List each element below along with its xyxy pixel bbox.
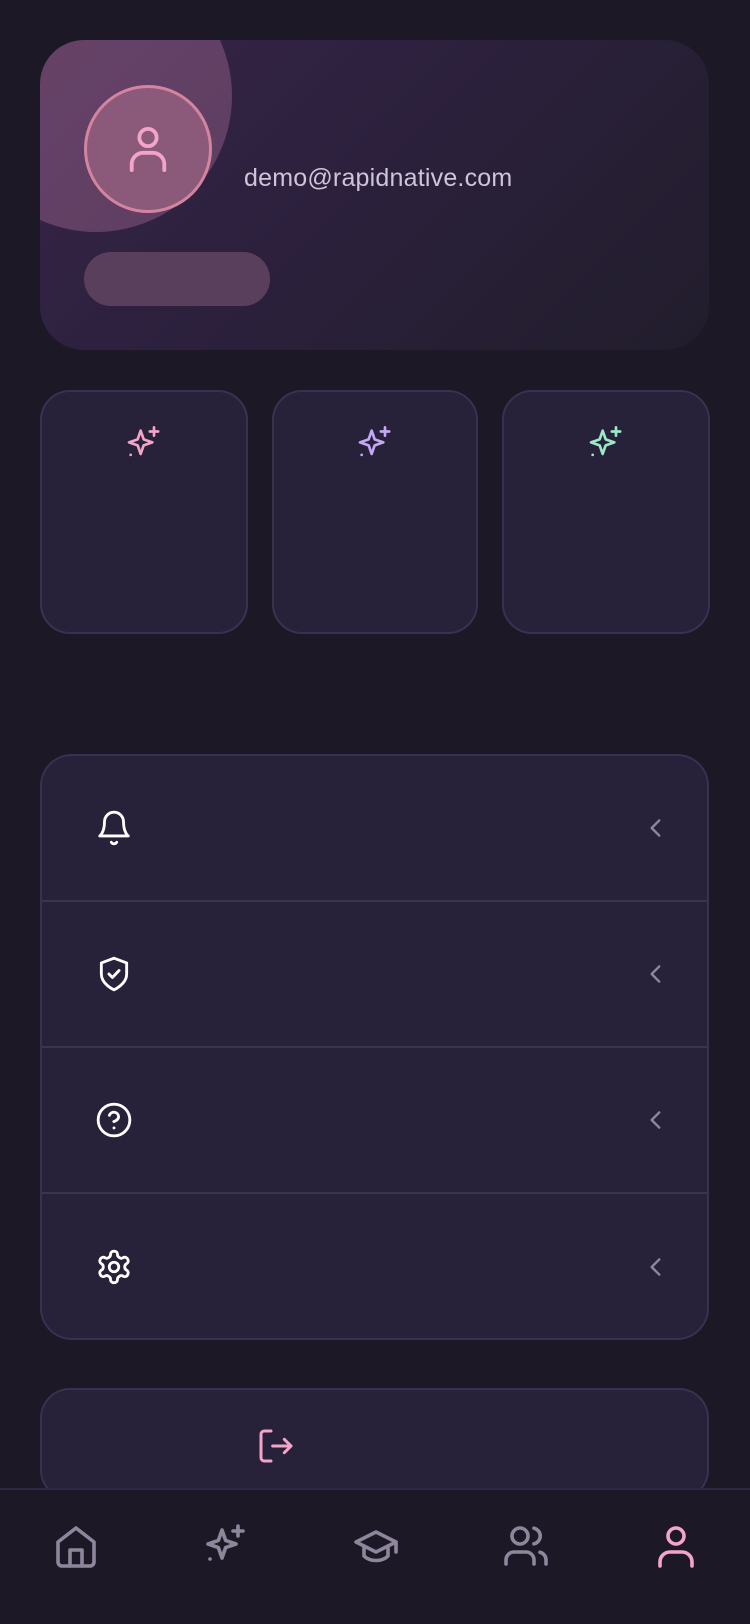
logout-button[interactable]	[40, 1388, 709, 1500]
profile-screen: demo@rapidnative.com	[0, 0, 750, 1624]
sparkles-icon	[124, 424, 164, 632]
user-icon	[652, 1522, 700, 1570]
settings-menu	[40, 754, 709, 1340]
stat-card-2[interactable]	[272, 390, 478, 634]
sparkles-icon	[355, 424, 395, 632]
sparkles-icon	[202, 1522, 250, 1570]
menu-item-privacy[interactable]	[42, 902, 707, 1048]
shield-check-icon	[95, 955, 133, 993]
profile-card: demo@rapidnative.com	[40, 40, 709, 350]
menu-item-help[interactable]	[42, 1048, 707, 1194]
menu-item-notifications[interactable]	[42, 756, 707, 902]
users-icon	[502, 1522, 550, 1570]
profile-email: demo@rapidnative.com	[244, 164, 513, 192]
help-circle-icon	[95, 1101, 133, 1139]
tab-community[interactable]	[502, 1522, 550, 1570]
log-out-icon	[256, 1426, 296, 1466]
avatar[interactable]	[84, 85, 212, 213]
graduation-cap-icon	[352, 1522, 400, 1570]
tab-home[interactable]	[52, 1522, 100, 1570]
sparkles-icon	[586, 424, 626, 632]
tab-bar	[0, 1488, 750, 1624]
bell-icon	[95, 809, 133, 847]
stat-card-3[interactable]	[502, 390, 710, 634]
user-icon	[125, 123, 171, 175]
chevron-left-icon	[643, 1254, 669, 1280]
menu-item-settings[interactable]	[42, 1194, 707, 1338]
settings-icon	[95, 1248, 133, 1286]
chevron-left-icon	[643, 815, 669, 841]
chevron-left-icon	[643, 961, 669, 987]
tab-ai[interactable]	[202, 1522, 250, 1570]
home-icon	[52, 1522, 100, 1570]
edit-profile-button[interactable]	[84, 252, 270, 306]
tab-profile[interactable]	[652, 1522, 700, 1570]
tab-learn[interactable]	[352, 1522, 400, 1570]
chevron-left-icon	[643, 1107, 669, 1133]
stat-card-1[interactable]	[40, 390, 248, 634]
